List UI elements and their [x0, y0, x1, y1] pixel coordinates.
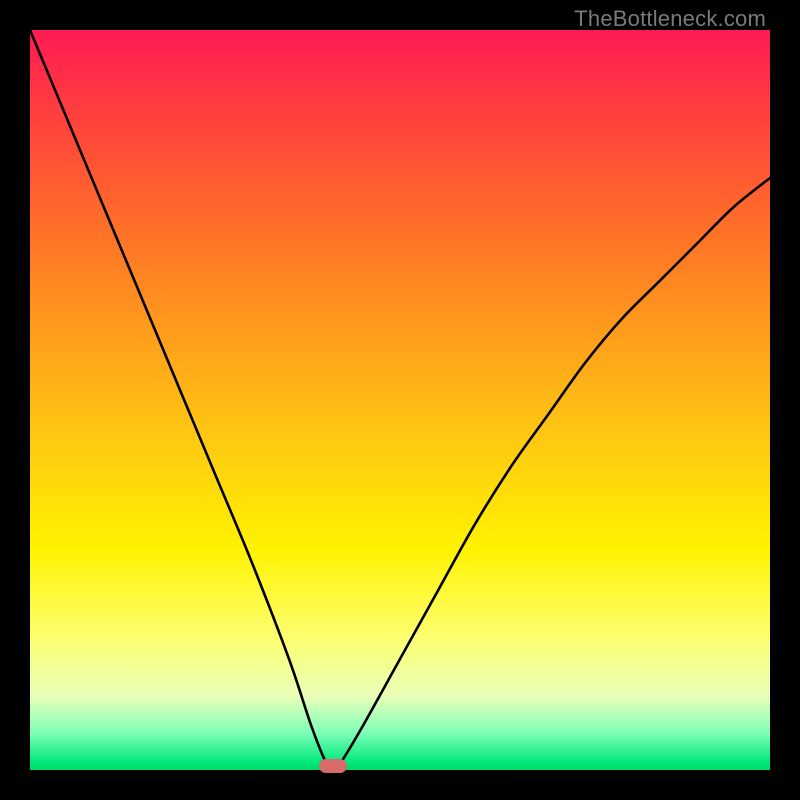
watermark-text: TheBottleneck.com: [574, 6, 766, 32]
minimum-marker: [319, 759, 347, 773]
bottleneck-curve: [30, 30, 770, 770]
plot-area: [30, 30, 770, 770]
chart-frame: TheBottleneck.com: [0, 0, 800, 800]
curve-layer: [30, 30, 770, 770]
